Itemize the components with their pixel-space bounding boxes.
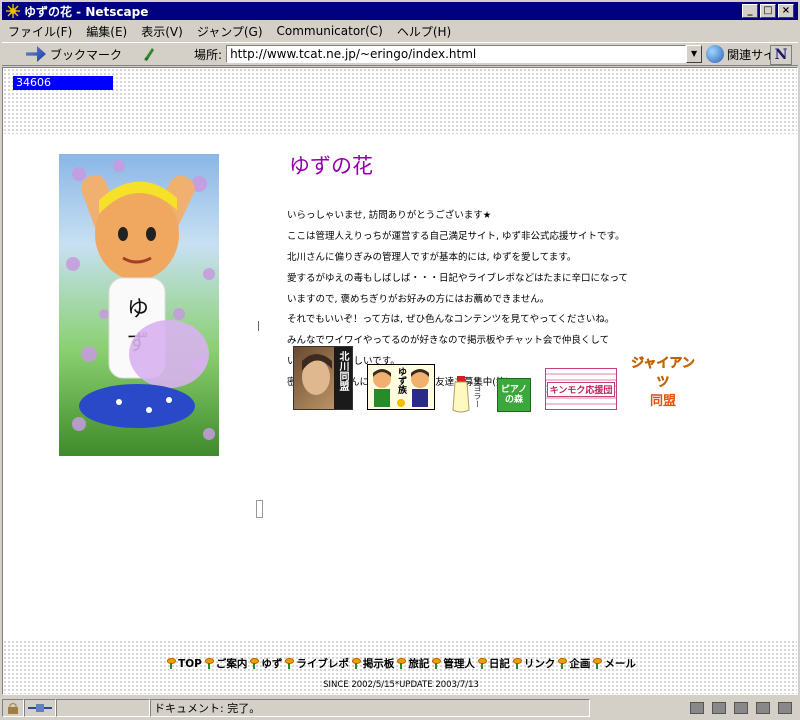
svg-text:ゆ: ゆ bbox=[127, 297, 149, 322]
flower-icon bbox=[512, 658, 523, 669]
banner-mayora-text: マヨラー bbox=[473, 376, 482, 408]
flower-icon bbox=[284, 658, 295, 669]
access-counter: 34606 bbox=[13, 76, 113, 90]
nav-item-projects[interactable]: 企画 bbox=[557, 656, 590, 671]
since-update-text: SINCE 2002/5/15*UPDATE 2003/7/13 bbox=[323, 680, 479, 690]
bookmark-icon bbox=[26, 46, 46, 62]
menu-edit[interactable]: 編集(E) bbox=[86, 23, 127, 40]
page-viewport: 34606 ゆ ず bbox=[2, 67, 798, 695]
netscape-app-icon bbox=[6, 4, 20, 18]
browser-window: ゆずの花 - Netscape _ □ × ファイル(F) 編集(E) 表示(V… bbox=[0, 0, 800, 720]
banner-links: 北川同盟 ゆず族 マヨラー ピアノの森 キンモク応援団 ジャイアンツ 同盟 bbox=[3, 338, 797, 418]
online-status-icon[interactable] bbox=[24, 699, 56, 717]
nav-label: ゆず bbox=[261, 658, 283, 670]
progress-bar bbox=[56, 699, 150, 717]
menu-bar: ファイル(F) 編集(E) 表示(V) ジャンプ(G) Communicator… bbox=[2, 21, 798, 41]
flower-icon bbox=[431, 658, 442, 669]
banner-mayora[interactable]: マヨラー bbox=[451, 374, 485, 414]
page-proxy-icon[interactable] bbox=[142, 46, 156, 62]
window-title: ゆずの花 - Netscape bbox=[24, 4, 149, 19]
intro-line: 北川さんに偏りぎみの管理人ですが基本的には, ゆずを愛してます。 bbox=[287, 252, 577, 264]
location-toolbar: ブックマーク 場所: http://www.tcat.ne.jp/~eringo… bbox=[2, 42, 798, 66]
flower-icon bbox=[351, 658, 362, 669]
close-button[interactable]: × bbox=[778, 4, 794, 18]
nav-item-admin[interactable]: 管理人 bbox=[431, 656, 475, 671]
intro-line: いらっしゃいませ, 訪問ありがとうございます★ bbox=[287, 210, 492, 222]
security-lock-icon[interactable] bbox=[2, 699, 24, 717]
intro-line: それでもいいぞ！って方は, ぜひ色んなコンテンツを見てやってくださいね。 bbox=[287, 314, 615, 326]
minimize-button[interactable]: _ bbox=[742, 4, 758, 18]
menu-view[interactable]: 表示(V) bbox=[141, 23, 183, 40]
giants-line-1: ジャイアンツ bbox=[631, 356, 695, 391]
nav-label: 掲示板 bbox=[362, 658, 395, 670]
menu-communicator[interactable]: Communicator(C) bbox=[277, 24, 383, 38]
address-book-icon[interactable] bbox=[756, 702, 770, 714]
nav-item-diary[interactable]: 日記 bbox=[477, 656, 510, 671]
nav-item-travel[interactable]: 旅記 bbox=[396, 656, 429, 671]
site-title: ゆずの花 bbox=[289, 154, 373, 178]
nav-label: 旅記 bbox=[408, 658, 430, 670]
component-bar bbox=[690, 702, 798, 714]
menu-file[interactable]: ファイル(F) bbox=[8, 23, 72, 40]
bookmarks-label: ブックマーク bbox=[50, 47, 123, 62]
dotted-header-band bbox=[3, 68, 797, 134]
maximize-button[interactable]: □ bbox=[760, 4, 776, 18]
nav-item-links[interactable]: リンク bbox=[512, 656, 556, 671]
mail-icon[interactable] bbox=[712, 702, 726, 714]
nav-label: TOP bbox=[178, 657, 202, 670]
url-input[interactable]: http://www.tcat.ne.jp/~eringo/index.html bbox=[226, 45, 687, 63]
netscape-logo: N bbox=[770, 45, 792, 65]
flower-icon bbox=[204, 658, 215, 669]
nav-item-yuzu[interactable]: ゆず bbox=[249, 656, 282, 671]
empty-image-placeholder bbox=[256, 500, 263, 518]
banner-yuzu-kids-text: ゆず族 bbox=[396, 367, 406, 394]
banner-piano-no-mori[interactable]: ピアノの森 bbox=[497, 378, 531, 412]
footer-nav: TOP ご案内 ゆず ライブレポ 掲示板 旅記 管理人 日記 リンク 企画 メー… bbox=[3, 656, 797, 671]
nav-item-live-report[interactable]: ライブレポ bbox=[284, 656, 349, 671]
status-bar: ドキュメント: 完了。 bbox=[2, 698, 798, 718]
intro-line: 愛するがゆえの毒もしばしば・・・日記やライブレポなどはたまに辛口になって bbox=[287, 272, 629, 284]
nav-label: ご案内 bbox=[215, 658, 248, 670]
text-caret-mark bbox=[258, 321, 259, 331]
intro-line: いますので, 褒めちぎりがお好みの方にはお薦めできません。 bbox=[287, 293, 550, 305]
nav-label: ライブレポ bbox=[296, 658, 349, 670]
banner-yuzu-kids[interactable]: ゆず族 bbox=[367, 364, 435, 410]
flower-icon bbox=[477, 658, 488, 669]
menu-go[interactable]: ジャンプ(G) bbox=[197, 23, 263, 40]
globe-icon bbox=[706, 45, 725, 63]
banner-kinmoku-ouendan[interactable]: キンモク応援団 bbox=[545, 368, 617, 410]
url-dropdown-button[interactable]: ▼ bbox=[686, 45, 703, 63]
bookmarks-button[interactable]: ブックマーク bbox=[26, 46, 122, 63]
intro-line: ここは管理人えりっちが運営する自己満足サイト, ゆず非公式応援サイトです。 bbox=[287, 231, 625, 243]
giants-line-2: 同盟 bbox=[649, 394, 676, 409]
flower-icon bbox=[396, 658, 407, 669]
banner-kinmoku-text: キンモク応援団 bbox=[546, 381, 616, 397]
nav-item-bbs[interactable]: 掲示板 bbox=[351, 656, 395, 671]
nav-label: 日記 bbox=[488, 658, 510, 670]
nav-item-mail[interactable]: メール bbox=[592, 656, 636, 671]
nav-item-guide[interactable]: ご案内 bbox=[204, 656, 248, 671]
banner-kitagawa-text: 北川同盟 bbox=[337, 351, 348, 391]
nav-label: リンク bbox=[523, 658, 556, 670]
location-label: 場所: bbox=[194, 47, 223, 62]
banner-giants-doumei[interactable]: ジャイアンツ 同盟 bbox=[631, 352, 695, 409]
nav-label: 管理人 bbox=[443, 658, 475, 670]
composer-icon[interactable] bbox=[778, 702, 792, 714]
newsgroups-icon[interactable] bbox=[734, 702, 748, 714]
menu-help[interactable]: ヘルプ(H) bbox=[397, 23, 451, 40]
nav-item-top[interactable]: TOP bbox=[166, 658, 202, 670]
flower-icon bbox=[249, 658, 260, 669]
flower-icon bbox=[592, 658, 603, 669]
navigator-icon[interactable] bbox=[690, 702, 704, 714]
flower-icon bbox=[557, 658, 568, 669]
banner-kitagawa-doumei[interactable]: 北川同盟 bbox=[293, 346, 353, 410]
nav-label: 企画 bbox=[569, 658, 591, 670]
title-bar: ゆずの花 - Netscape _ □ × bbox=[2, 2, 798, 20]
flower-icon bbox=[166, 658, 177, 669]
status-text: ドキュメント: 完了。 bbox=[150, 699, 590, 717]
nav-label: メール bbox=[604, 658, 636, 670]
